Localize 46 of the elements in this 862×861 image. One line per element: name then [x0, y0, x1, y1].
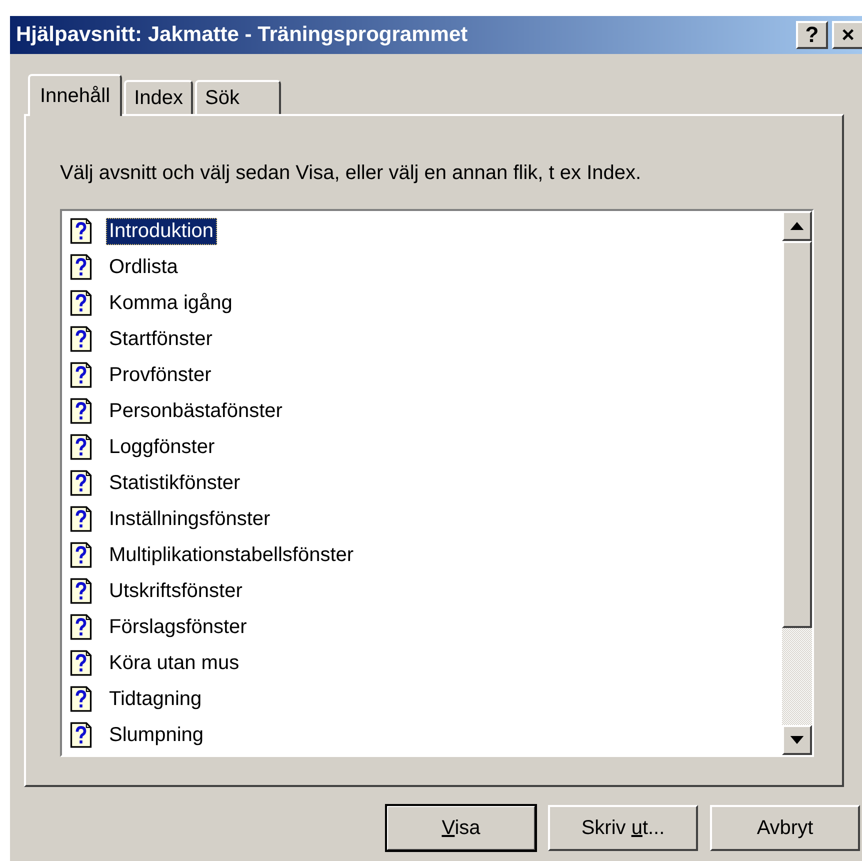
help-topic-icon: [70, 254, 92, 280]
up-arrow-icon: [790, 222, 804, 230]
close-button[interactable]: ×: [832, 21, 862, 49]
dialog-button[interactable]: Skriv ut...: [548, 805, 698, 851]
help-topic-icon: [70, 326, 92, 352]
help-topic-icon: [70, 542, 92, 568]
topic-item[interactable]: Startfönster: [106, 326, 216, 352]
help-topic-icon: [70, 218, 92, 244]
help-topic-icon: [70, 506, 92, 532]
help-topic-icon: [70, 686, 92, 712]
help-topic-icon: [70, 362, 92, 388]
topic-item[interactable]: Ordlista: [106, 254, 181, 280]
help-topic-icon: [70, 290, 92, 316]
help-topic-icon: [70, 578, 92, 604]
scrollbar[interactable]: [782, 211, 812, 755]
help-topic-icon: [70, 650, 92, 676]
help-topic-icon: [70, 614, 92, 640]
help-topic-icon: [70, 398, 92, 424]
topic-item[interactable]: Inställningsfönster: [106, 506, 274, 532]
tab[interactable]: Sök: [195, 80, 281, 114]
dialog-button[interactable]: Avbryt: [710, 805, 860, 851]
scroll-thumb[interactable]: [782, 241, 812, 628]
help-topic-icon: [70, 722, 92, 748]
topic-item[interactable]: Statistikfönster: [106, 470, 244, 496]
topic-item[interactable]: Förslagsfönster: [106, 614, 250, 640]
topic-item[interactable]: Personbästafönster: [106, 398, 286, 424]
topic-item[interactable]: Loggfönster: [106, 434, 218, 460]
scroll-up-button[interactable]: [782, 211, 812, 241]
dialog-button[interactable]: Visa: [386, 805, 536, 851]
help-button[interactable]: ?: [796, 21, 828, 49]
help-topic-icon: [70, 470, 92, 496]
topic-item[interactable]: Köra utan mus: [106, 650, 242, 676]
topic-item[interactable]: Komma igång: [106, 290, 236, 316]
topic-item[interactable]: Introduktion: [106, 218, 217, 244]
instruction-text: Välj avsnitt och välj sedan Visa, eller välj en annan flik, t ex Index.: [60, 162, 642, 185]
topic-item[interactable]: Multiplikationstabellsfönster: [106, 542, 357, 568]
tab[interactable]: Innehåll: [28, 74, 122, 116]
topic-item[interactable]: Tidtagning: [106, 686, 205, 712]
topic-item[interactable]: Utskriftsfönster: [106, 578, 246, 604]
help-topic-icon: [70, 434, 92, 460]
down-arrow-icon: [790, 736, 804, 744]
topic-item[interactable]: Slumpning: [106, 722, 207, 748]
topic-item[interactable]: Provfönster: [106, 362, 214, 388]
scroll-down-button[interactable]: [782, 725, 812, 755]
tab[interactable]: Index: [124, 80, 193, 114]
window-title: Hjälpavsnitt: Jakmatte - Träningsprogrammet: [16, 23, 468, 47]
